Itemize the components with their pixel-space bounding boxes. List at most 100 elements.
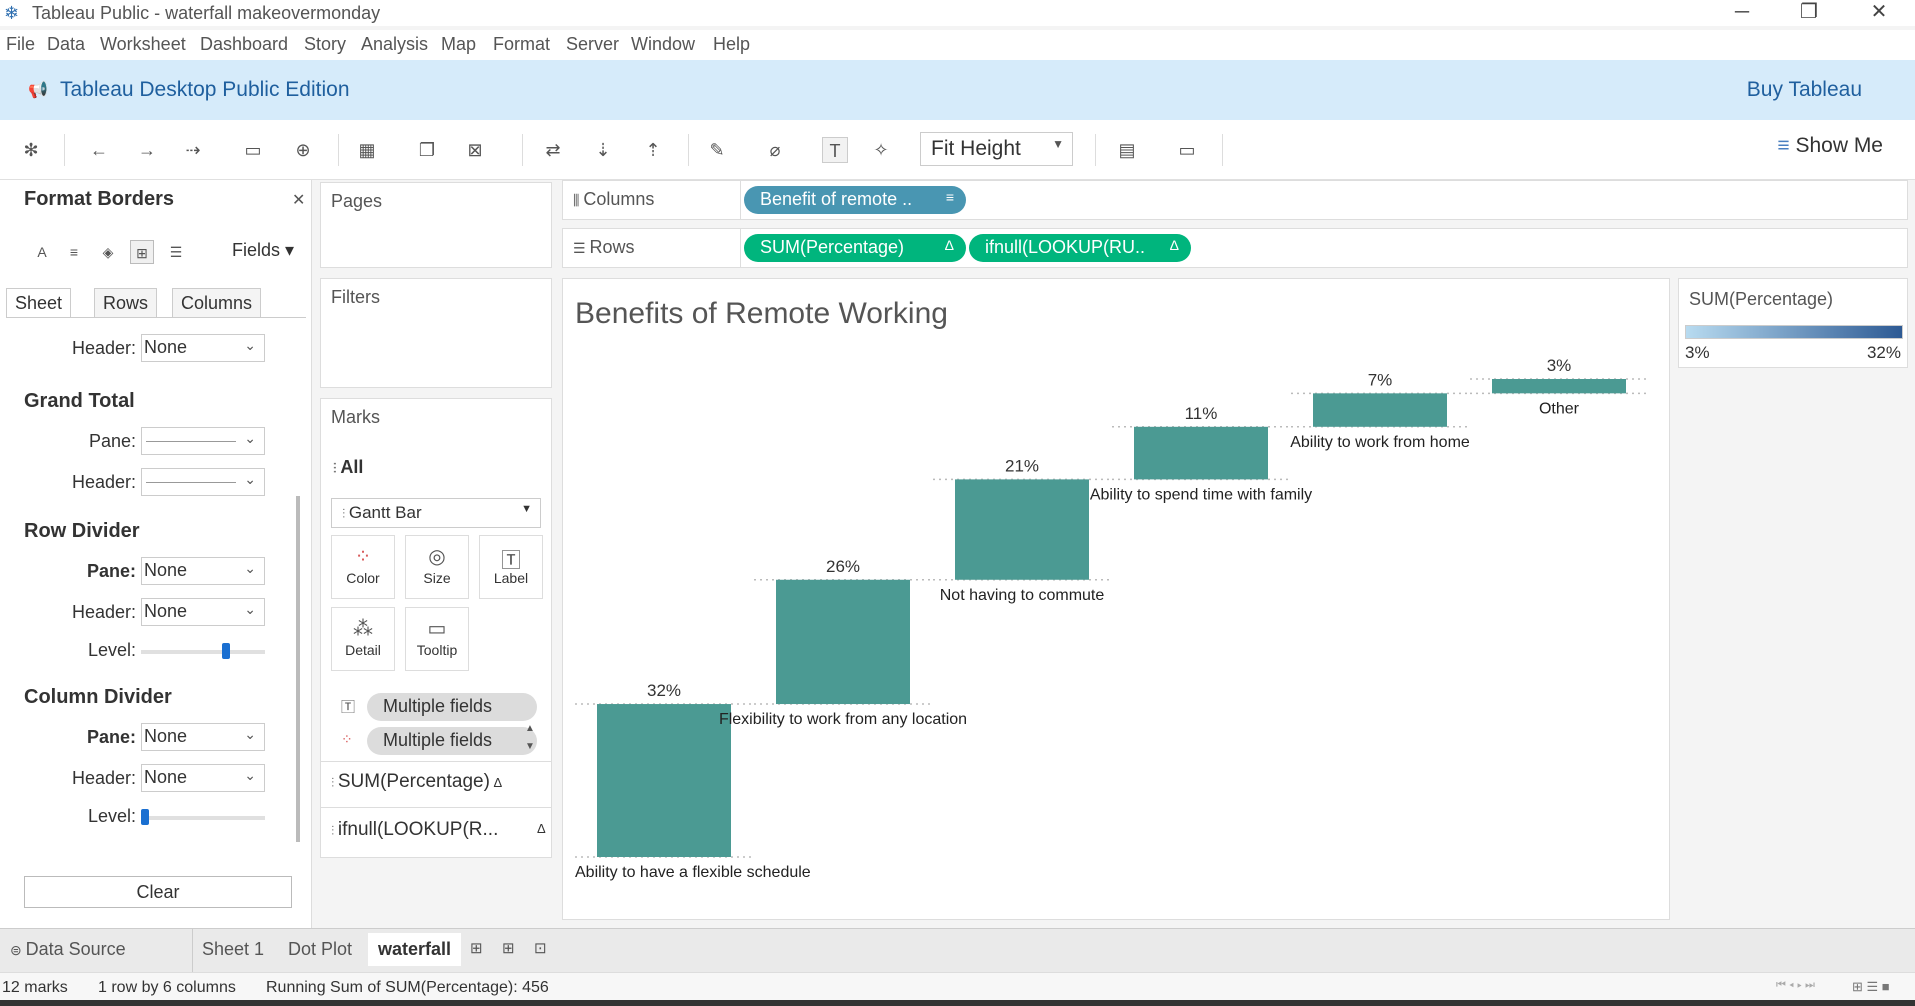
columns-shelf[interactable]: ⫼ Columns Benefit of remote .. ≡ [562, 180, 1908, 220]
rows-shelf[interactable]: ☰ Rows SUM(Percentage) Δ ifnull(LOOKUP(RU… [562, 228, 1908, 268]
tab-columns[interactable]: Columns [172, 288, 262, 318]
tab-rows[interactable]: Rows [94, 288, 158, 318]
row-divider-level-slider[interactable] [141, 643, 265, 659]
rows-pill-2[interactable]: ifnull(LOOKUP(RU.. Δ [969, 234, 1191, 262]
grid-view-icon[interactable]: ⊞ ☰ ■ [1852, 979, 1890, 995]
nav-arrows-icon[interactable]: ⏮ ◂ ▸ ⏭ [1776, 979, 1815, 992]
measure-2-tab[interactable]: ⫶ ifnull(LOOKUP(R... Δ [331, 819, 546, 841]
grand-total-header-select[interactable]: ⌄ [141, 468, 265, 496]
menu-file[interactable]: File [6, 34, 35, 55]
menu-dashboard[interactable]: Dashboard [200, 34, 288, 55]
waterfall-bar[interactable] [776, 579, 910, 705]
bar-value-label: 3% [1547, 356, 1572, 375]
grand-total-header-label: Header: [71, 472, 136, 492]
redo-icon[interactable]: → [134, 137, 160, 163]
fit-dropdown[interactable]: Fit Height ▼ [920, 132, 1073, 166]
clear-button[interactable]: Clear [24, 876, 292, 908]
bar-value-label: 26% [826, 557, 860, 576]
slider-thumb[interactable] [222, 643, 231, 659]
sort-ascending-icon[interactable]: ⇣ [590, 137, 616, 163]
minimize-button[interactable]: ─ [1719, 0, 1765, 26]
tooltip-button[interactable]: ▭ Tooltip [405, 607, 469, 671]
save-icon[interactable]: ▭ [240, 137, 266, 163]
waterfall-bar[interactable] [955, 479, 1089, 580]
waterfall-bar[interactable] [1313, 393, 1447, 427]
scroll-up-icon[interactable]: ▲ [525, 723, 535, 734]
tableau-logo-icon[interactable]: ✻ [18, 137, 44, 163]
edition-banner: 📢 Tableau Desktop Public Edition Buy Tab… [0, 60, 1915, 120]
duplicate-sheet-icon[interactable]: ❐ [414, 137, 440, 163]
menu-analysis[interactable]: Analysis [361, 34, 428, 55]
menu-map[interactable]: Map [441, 34, 476, 55]
close-button[interactable]: ✕ [1856, 0, 1902, 26]
column-divider-pane-select[interactable]: None ⌄ [141, 723, 265, 751]
waterfall-bar[interactable] [1492, 379, 1626, 394]
restore-button[interactable]: ❐ [1786, 0, 1832, 26]
rows-pill-1[interactable]: SUM(Percentage) Δ [744, 234, 966, 262]
tab-sheet-1[interactable]: Sheet 1 [202, 939, 264, 960]
menu-server[interactable]: Server [566, 34, 619, 55]
waterfall-bar[interactable] [597, 704, 731, 857]
panel-scrollbar[interactable] [296, 496, 300, 842]
format-font-icon[interactable]: A [30, 240, 54, 264]
close-icon[interactable]: ✕ [292, 190, 305, 210]
format-borders-icon[interactable]: ⊞ [130, 240, 154, 264]
tab-data-source[interactable]: ⊜ Data Source [10, 939, 126, 960]
new-worksheet-icon[interactable]: ⊞ [470, 939, 483, 957]
column-divider-level-slider[interactable] [141, 809, 265, 825]
slider-thumb[interactable] [141, 809, 149, 825]
scroll-down-icon[interactable]: ▼ [525, 741, 535, 752]
replay-icon[interactable]: ⇢ [180, 137, 206, 163]
presentation-icon[interactable]: ▭ [1174, 137, 1200, 163]
row-divider-title: Row Divider [24, 520, 140, 542]
menu-bar: File Data Worksheet Dashboard Story Anal… [0, 30, 1915, 60]
tab-dot-plot[interactable]: Dot Plot [288, 939, 352, 960]
mark-type-dropdown[interactable]: ⫶ Gantt Bar ▼ [331, 498, 541, 528]
group-icon[interactable]: ⌀ [762, 137, 788, 163]
tab-sheet[interactable]: Sheet [6, 288, 72, 318]
menu-worksheet[interactable]: Worksheet [100, 34, 186, 55]
menu-format[interactable]: Format [493, 34, 550, 55]
pin-icon[interactable]: ✧ [868, 137, 894, 163]
label-field-pill[interactable]: Multiple fields [367, 693, 537, 721]
color-button[interactable]: ⁘ Color [331, 535, 395, 599]
size-button[interactable]: ◎ Size [405, 535, 469, 599]
show-me-button[interactable]: ≡ Show Me [1777, 134, 1883, 158]
highlight-icon[interactable]: ✎ [704, 137, 730, 163]
show-labels-icon[interactable]: T [822, 137, 848, 163]
marks-all[interactable]: ⫶ All [333, 457, 363, 478]
add-datasource-icon[interactable]: ⊕ [290, 137, 316, 163]
new-dashboard-icon[interactable]: ⊞ [502, 939, 515, 957]
fields-dropdown[interactable]: Fields ▾ [232, 240, 294, 261]
menu-story[interactable]: Story [304, 34, 346, 55]
new-story-icon[interactable]: ⊡ [534, 939, 547, 957]
new-worksheet-icon[interactable]: ▦ [354, 137, 380, 163]
waterfall-bar[interactable] [1134, 426, 1268, 480]
cards-icon[interactable]: ▤ [1114, 137, 1140, 163]
measure-1-tab[interactable]: ⫶ SUM(Percentage) Δ [331, 771, 502, 793]
worksheet-view[interactable]: Benefits of Remote Working 32% Ability to… [562, 278, 1670, 920]
grand-total-pane-select[interactable]: ⌄ [141, 427, 265, 455]
header-select[interactable]: None ⌄ [141, 334, 265, 362]
tab-waterfall[interactable]: waterfall [368, 933, 462, 966]
sort-descending-icon[interactable]: ⇡ [640, 137, 666, 163]
row-divider-pane-select[interactable]: None ⌄ [141, 557, 265, 585]
menu-window[interactable]: Window [631, 34, 695, 55]
format-alignment-icon[interactable]: ≡ [62, 240, 86, 264]
color-legend[interactable]: SUM(Percentage) 3% 32% [1678, 278, 1908, 368]
undo-icon[interactable]: ← [86, 137, 112, 163]
column-divider-header-select[interactable]: None ⌄ [141, 764, 265, 792]
row-divider-header-select[interactable]: None ⌄ [141, 598, 265, 626]
format-shading-icon[interactable]: ◈ [96, 240, 120, 264]
swap-icon[interactable]: ⇄ [540, 137, 566, 163]
menu-data[interactable]: Data [47, 34, 85, 55]
chevron-down-icon: ⌄ [244, 337, 256, 353]
format-lines-icon[interactable]: ☰ [164, 240, 188, 264]
menu-help[interactable]: Help [713, 34, 750, 55]
buy-tableau-link[interactable]: Buy Tableau [1747, 78, 1862, 102]
color-field-pill[interactable]: Multiple fields [367, 727, 537, 755]
columns-pill[interactable]: Benefit of remote .. ≡ [744, 186, 966, 214]
detail-button[interactable]: ⁂ Detail [331, 607, 395, 671]
clear-sheet-icon[interactable]: ⊠ [462, 137, 488, 163]
label-button[interactable]: 🅃 Label [479, 535, 543, 599]
